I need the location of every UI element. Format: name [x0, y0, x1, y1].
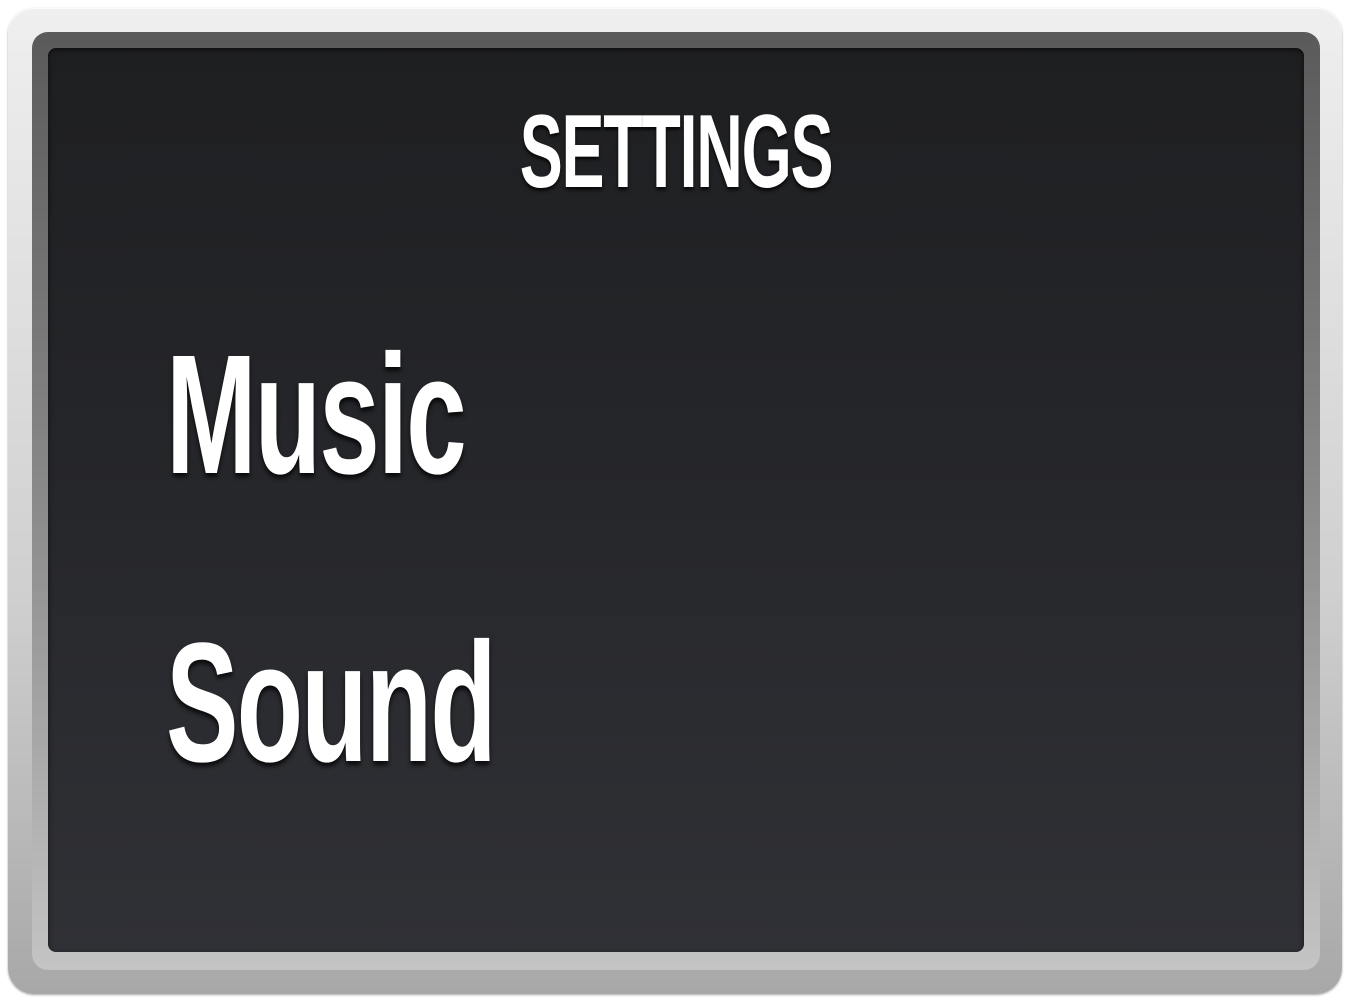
music-menu-item[interactable]: Music: [166, 330, 467, 500]
screen-bezel: SETTINGS Music Sound: [32, 32, 1320, 970]
sound-menu-item[interactable]: Sound: [166, 618, 497, 788]
page-title: SETTINGS: [519, 94, 834, 210]
device-frame: SETTINGS Music Sound: [8, 8, 1342, 994]
settings-screen: SETTINGS Music Sound: [48, 48, 1304, 952]
